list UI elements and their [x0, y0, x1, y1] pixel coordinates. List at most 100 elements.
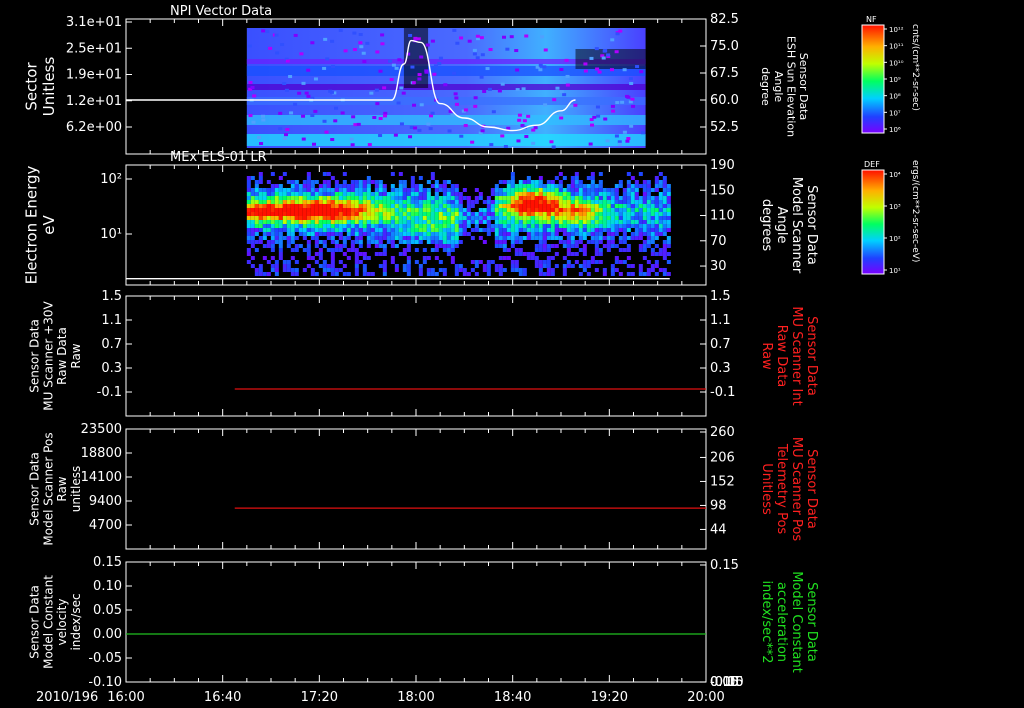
els-pixel	[522, 192, 527, 196]
els-pixel	[654, 180, 659, 184]
els-pixel	[598, 260, 603, 264]
els-pixel	[610, 240, 615, 244]
els-pixel	[430, 172, 435, 176]
els-pixel	[378, 244, 383, 248]
els-pixel	[370, 216, 375, 220]
els-pixel	[506, 184, 511, 188]
els-pixel	[594, 228, 599, 232]
els-pixel	[278, 220, 283, 224]
npi-pixel	[312, 142, 317, 146]
npi-pixel	[583, 69, 588, 73]
els-pixel	[586, 224, 591, 228]
els-pixel	[502, 212, 507, 216]
npi-pixel	[472, 48, 477, 52]
els-pixel	[602, 200, 607, 204]
els-pixel	[418, 200, 423, 204]
els-pixel	[482, 268, 487, 272]
right-y-tick-label: 98	[710, 498, 727, 513]
els-pixel	[326, 204, 331, 208]
els-pixel	[570, 232, 575, 236]
els-pixel	[322, 212, 327, 216]
right-y-tick-label: -0.10	[710, 675, 744, 690]
els-pixel	[290, 184, 295, 188]
els-pixel	[574, 228, 579, 232]
els-pixel	[410, 232, 415, 236]
els-pixel	[554, 264, 559, 268]
els-pixel	[526, 232, 531, 236]
npi-pixel	[452, 28, 457, 32]
els-pixel	[590, 176, 595, 180]
els-pixel	[246, 240, 251, 244]
els-pixel	[578, 204, 583, 208]
npi-pixel	[359, 45, 364, 49]
els-pixel	[486, 272, 491, 276]
els-pixel	[262, 188, 267, 192]
els-pixel	[606, 232, 611, 236]
els-pixel	[638, 204, 643, 208]
els-pixel	[622, 188, 627, 192]
els-pixel	[378, 204, 383, 208]
els-pixel	[582, 232, 587, 236]
panel-title: MEx ELS-01 LR	[170, 150, 267, 165]
els-pixel	[498, 256, 503, 260]
time-tick-label: 17:20	[301, 690, 338, 705]
els-pixel	[382, 216, 387, 220]
els-pixel	[634, 216, 639, 220]
els-pixel	[514, 192, 519, 196]
els-pixel	[642, 200, 647, 204]
els-pixel	[570, 224, 575, 228]
els-pixel	[262, 200, 267, 204]
npi-pixel	[313, 109, 318, 113]
els-pixel	[554, 208, 559, 212]
els-pixel	[406, 244, 411, 248]
els-pixel	[662, 176, 667, 180]
els-pixel	[542, 188, 547, 192]
els-pixel	[562, 256, 567, 260]
panel-npi: NPI Vector Data3.1e+012.5e+011.9e+011.2e…	[23, 4, 810, 155]
els-pixel	[418, 176, 423, 180]
els-pixel	[306, 188, 311, 192]
npi-pixel	[590, 123, 595, 127]
els-pixel	[362, 196, 367, 200]
els-pixel	[318, 248, 323, 252]
els-pixel	[578, 272, 583, 276]
els-pixel	[494, 232, 499, 236]
els-pixel	[302, 196, 307, 200]
npi-pixel	[539, 35, 544, 39]
els-pixel	[406, 240, 411, 244]
y-axis-label-line: Model Scanner Pos	[41, 432, 55, 545]
els-pixel	[494, 216, 499, 220]
npi-pixel	[301, 81, 306, 85]
els-pixel	[274, 204, 279, 208]
els-pixel	[362, 232, 367, 236]
els-pixel	[666, 260, 671, 264]
els-pixel	[282, 192, 287, 196]
els-pixel	[474, 228, 479, 232]
els-pixel	[282, 224, 287, 228]
els-pixel	[650, 224, 655, 228]
els-pixel	[314, 228, 319, 232]
els-pixel	[286, 240, 291, 244]
els-pixel	[354, 252, 359, 256]
npi-pixel	[515, 88, 520, 92]
els-pixel	[410, 176, 415, 180]
els-pixel	[618, 220, 623, 224]
els-pixel	[494, 224, 499, 228]
colorbar-tick-label: 10⁶	[889, 126, 901, 134]
npi-pixel	[417, 77, 422, 81]
els-pixel	[610, 188, 615, 192]
els-pixel	[270, 232, 275, 236]
els-pixel	[562, 228, 567, 232]
els-pixel	[586, 272, 591, 276]
els-pixel	[450, 256, 455, 260]
npi-pixel	[622, 130, 627, 134]
right-y-axis-label-line: Telemetry Pos	[774, 443, 789, 535]
els-pixel	[450, 216, 455, 220]
els-pixel	[410, 236, 415, 240]
els-pixel	[462, 212, 467, 216]
els-pixel	[530, 200, 535, 204]
els-pixel	[454, 224, 459, 228]
els-pixel	[402, 204, 407, 208]
els-pixel	[314, 196, 319, 200]
els-pixel	[310, 216, 315, 220]
